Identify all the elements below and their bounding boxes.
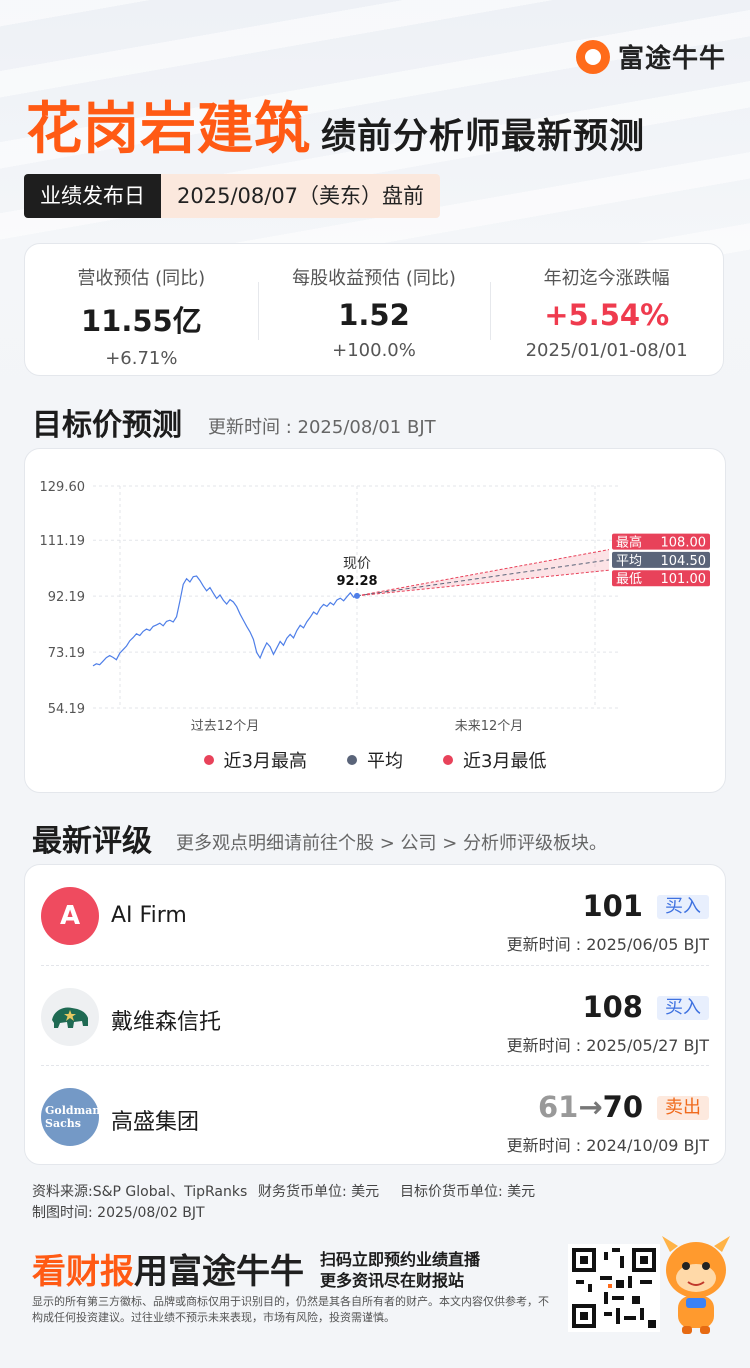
futu-logo-icon xyxy=(575,39,610,74)
forecast-tag-label: 平均 xyxy=(616,554,642,569)
old-target-value: 61 xyxy=(537,1090,579,1124)
forecast-tag-value: 101.00 xyxy=(661,572,707,587)
legend-dot xyxy=(443,755,453,765)
chart-legend: 近3月最高 平均 近3月最低 xyxy=(25,747,725,773)
target-updated: 更新时间 : 2025/08/01 BJT xyxy=(208,417,436,438)
bison-icon xyxy=(52,1007,88,1028)
qr-pattern xyxy=(572,1248,656,1328)
promo-title: 看财报用富途牛牛 xyxy=(32,1244,304,1293)
disclaimer: 显示的所有第三方徽标、品牌或商标仅用于识别目的，仍然是其各自所有者的财产。本文内… xyxy=(32,1295,549,1324)
rating-updated: 更新时间 : 2025/05/27 BJT xyxy=(506,1036,709,1055)
legend-high: 近3月最高 xyxy=(203,747,307,773)
stat-label: 营收预估 (同比) xyxy=(77,268,206,289)
price-target: 61→70 xyxy=(538,1090,643,1124)
legend-low: 近3月最低 xyxy=(443,747,546,773)
estimates-card: 营收预估 (同比) 11.55亿 +6.71% 每股收益预估 (同比) 1.52… xyxy=(24,243,724,376)
target-value: 108 xyxy=(582,990,643,1024)
forecast-tag-label: 最低 xyxy=(616,572,642,587)
current-price-value: 92.28 xyxy=(336,574,377,589)
target-section-title: 目标价预测 xyxy=(32,408,182,443)
legend-dot xyxy=(347,755,357,765)
firm-avatar: A xyxy=(41,887,99,945)
target-price-chart: 129.60 111.19 92.19 73.19 54.19 过去12个月 未来12个月 现… xyxy=(24,448,726,793)
legend-avg: 平均 xyxy=(347,747,403,773)
rating-row[interactable]: A AI Firm 101 买入 更新时间 : 2025/06/05 BJT xyxy=(41,865,709,965)
release-date-label: 业绩发布日 xyxy=(24,174,161,218)
rating-note: 更多观点明细请前往个股 > 公司 > 分析师评级板块。 xyxy=(176,833,608,854)
firm-name: 戴维森信托 xyxy=(111,1010,222,1035)
price-target: 101 xyxy=(582,889,643,923)
release-date-value: 2025/08/07（美东）盘前 xyxy=(161,174,441,218)
qr-code-icon[interactable] xyxy=(568,1244,660,1332)
x-label-future: 未来12个月 xyxy=(455,719,524,734)
goldman-logo-icon: Goldman Sachs xyxy=(41,1088,100,1146)
stat-label: 年初迄今涨跌幅 xyxy=(543,268,670,289)
source-note: 资料来源:S&P Global、TipRanks xyxy=(32,1184,248,1200)
title-subtitle: 绩前分析师最新预测 xyxy=(321,117,646,157)
y-tick-label: 73.19 xyxy=(48,646,85,661)
stat-sub: 2025/01/01-08/01 xyxy=(525,340,688,361)
brand-logo: 富途牛牛 xyxy=(575,38,726,75)
stat-eps: 每股收益预估 (同比) 1.52 +100.0% xyxy=(257,244,491,375)
target-value: 70 xyxy=(602,1090,643,1124)
current-price-dot xyxy=(354,592,360,599)
current-price-label: 现价 xyxy=(343,556,371,572)
rating-badge: 买入 xyxy=(657,996,709,1020)
currency-note: 财务货币单位: 美元 xyxy=(258,1184,380,1200)
rating-badge: 卖出 xyxy=(657,1096,709,1120)
stat-value: 1.52 xyxy=(338,298,410,332)
price-target: 108 xyxy=(582,990,643,1024)
forecast-tag-value: 108.00 xyxy=(661,536,707,551)
chart-svg: 129.60 111.19 92.19 73.19 54.19 过去12个月 未来12个月 现… xyxy=(40,480,710,734)
rating-row[interactable]: Goldman Sachs 高盛集团 61→70 卖出 更新时间 : 2024/… xyxy=(41,1065,709,1165)
mascot-bull-icon xyxy=(662,1236,730,1334)
rating-row[interactable]: 戴维森信托 108 买入 更新时间 : 2025/05/27 BJT xyxy=(41,965,709,1065)
ratings-card: A AI Firm 101 买入 更新时间 : 2025/06/05 BJT 戴… xyxy=(24,864,726,1165)
promo-line2: 更多资讯尽在财报站 xyxy=(320,1271,465,1290)
legend-label: 近3月最低 xyxy=(463,751,547,772)
forecast-tag-label: 最高 xyxy=(616,535,642,551)
arrow-right-icon: → xyxy=(578,1090,603,1124)
stat-label: 每股收益预估 (同比) xyxy=(292,268,456,289)
page-title: 花岗岩建筑 绩前分析师最新预测 xyxy=(26,84,645,165)
y-tick-label: 92.19 xyxy=(48,590,85,605)
target-currency-note: 目标价货币单位: 美元 xyxy=(400,1184,536,1200)
rating-updated: 更新时间 : 2025/06/05 BJT xyxy=(506,935,709,954)
legend-dot xyxy=(203,755,214,765)
x-label-past: 过去12个月 xyxy=(191,719,260,734)
stat-value: +5.54% xyxy=(544,298,670,332)
firm-name: AI Firm xyxy=(111,903,187,928)
legend-label: 近3月最高 xyxy=(223,751,307,772)
y-tick-label: 111.19 xyxy=(40,534,86,549)
forecast-tag-value: 104.50 xyxy=(661,554,707,569)
stat-sub: +100.0% xyxy=(332,340,416,361)
legend-label: 平均 xyxy=(367,751,403,772)
firm-name: 高盛集团 xyxy=(111,1110,200,1135)
y-tick-label: 54.19 xyxy=(48,702,85,717)
davidson-logo-icon xyxy=(41,988,99,1046)
rating-updated: 更新时间 : 2024/10/09 BJT xyxy=(506,1136,709,1155)
y-tick-label: 129.60 xyxy=(40,480,86,495)
stat-sub: +6.71% xyxy=(105,348,178,369)
stat-ytd: 年初迄今涨跌幅 +5.54% 2025/01/01-08/01 xyxy=(490,244,723,375)
stat-value: 11.55亿 xyxy=(80,304,202,338)
brand-name: 富途牛牛 xyxy=(617,44,726,74)
company-name: 花岗岩建筑 xyxy=(26,97,311,162)
promo-text: 用富途牛牛 xyxy=(134,1252,304,1292)
promo-highlight: 看财报 xyxy=(32,1252,134,1292)
stat-revenue: 营收预估 (同比) 11.55亿 +6.71% xyxy=(25,244,258,375)
target-value: 101 xyxy=(582,889,643,923)
rating-section-title: 最新评级 xyxy=(32,824,152,859)
release-date: 业绩发布日 2025/08/07（美东）盘前 xyxy=(24,174,441,218)
made-time: 制图时间: 2025/08/02 BJT xyxy=(32,1205,205,1221)
rating-badge: 买入 xyxy=(657,895,709,919)
